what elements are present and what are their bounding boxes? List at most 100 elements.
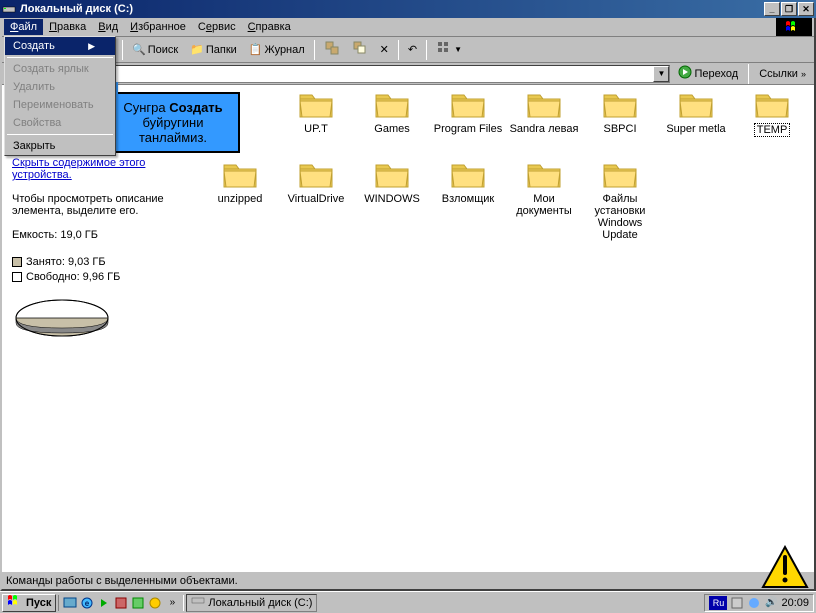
- windows-logo-small-icon: [7, 594, 23, 611]
- folder-item[interactable]: TEMP: [734, 89, 810, 159]
- maximize-button[interactable]: ❐: [781, 2, 797, 16]
- status-text: Команды работы с выделенными объектами.: [6, 575, 238, 587]
- drive-icon-task: [191, 595, 205, 610]
- folder-label: SBPCI: [603, 123, 636, 135]
- folder-item[interactable]: UP.T: [278, 89, 354, 159]
- free-swatch-icon: [12, 272, 22, 282]
- window-title: Локальный диск (C:): [20, 3, 764, 15]
- search-label: Поиск: [148, 44, 178, 56]
- folder-icon: [222, 161, 258, 191]
- menu-view[interactable]: Вид: [92, 19, 124, 35]
- search-button[interactable]: 🔍 Поиск: [127, 40, 183, 59]
- free-space-row: Свободно: 9,96 ГБ: [12, 271, 192, 283]
- lang-indicator[interactable]: Ru: [709, 596, 727, 610]
- used-swatch-icon: [12, 257, 22, 267]
- go-icon: [678, 65, 692, 82]
- folder-label: Program Files: [434, 123, 502, 135]
- folder-item[interactable]: WINDOWS: [354, 159, 430, 229]
- info-panel: Скрыть содержимое этого устройства. Чтоб…: [2, 85, 202, 571]
- journal-icon: 📋: [249, 43, 263, 56]
- views-button[interactable]: ▼: [431, 37, 467, 62]
- folder-item[interactable]: Файлы установки Windows Update: [582, 159, 658, 229]
- folder-item[interactable]: Games: [354, 89, 430, 159]
- journal-button[interactable]: 📋 Журнал: [244, 40, 310, 59]
- folder-icon: [526, 91, 562, 121]
- menu-delete: Удалить: [5, 78, 115, 96]
- content-area: Скрыть содержимое этого устройства. Чтоб…: [2, 85, 814, 571]
- folder-label: TEMP: [754, 123, 791, 137]
- folder-item[interactable]: Sandra левая: [506, 89, 582, 159]
- menu-file[interactable]: Файл: [4, 19, 43, 35]
- ql-app3-icon[interactable]: [147, 595, 163, 611]
- ql-app1-icon[interactable]: [113, 595, 129, 611]
- folder-icon: [602, 161, 638, 191]
- undo-button[interactable]: ↶: [403, 40, 422, 59]
- folder-label: WINDOWS: [364, 193, 420, 205]
- links-button[interactable]: Ссылки »: [755, 68, 810, 80]
- file-menu-dropdown: Создать ▶ Создать ярлык Удалить Переимен…: [4, 36, 116, 156]
- copy-icon: [352, 40, 368, 59]
- folder-icon: [526, 161, 562, 191]
- tray-volume-icon[interactable]: 🔊: [764, 596, 778, 610]
- folder-icon: [450, 161, 486, 191]
- clock[interactable]: 20:09: [781, 597, 809, 609]
- folder-icon: [754, 91, 790, 121]
- copy-button[interactable]: [347, 37, 373, 62]
- capacity-label: Емкость: 19,0 ГБ: [12, 229, 192, 241]
- ql-desktop-icon[interactable]: [62, 595, 78, 611]
- task-label: Локальный диск (C:): [208, 597, 312, 609]
- folder-item[interactable]: VirtualDrive: [278, 159, 354, 229]
- close-button[interactable]: ✕: [798, 2, 814, 16]
- dropdown-arrow-icon: ▼: [454, 45, 462, 54]
- tray-icon-2[interactable]: [747, 596, 761, 610]
- warning-icon: [760, 545, 810, 595]
- menu-bar: Файл Правка Вид Избранное Сервис Справка…: [2, 18, 814, 37]
- callout-text-3: танлаймиз.: [114, 130, 232, 145]
- journal-label: Журнал: [265, 44, 305, 56]
- folder-grid[interactable]: UP.T Games Program Files Sandra левая SBPCI S…: [202, 85, 814, 571]
- delete-button[interactable]: ✕: [375, 40, 394, 59]
- folder-label: UP.T: [304, 123, 328, 135]
- minimize-button[interactable]: _: [764, 2, 780, 16]
- menu-close[interactable]: Закрыть: [5, 137, 115, 155]
- menu-help[interactable]: Справка: [242, 19, 297, 35]
- ql-ie-icon[interactable]: e: [79, 595, 95, 611]
- folder-item[interactable]: Program Files: [430, 89, 506, 159]
- folder-item[interactable]: SBPCI: [582, 89, 658, 159]
- chevron-right-icon: »: [801, 69, 806, 79]
- menu-favorites[interactable]: Избранное: [124, 19, 192, 35]
- folder-item[interactable]: Super metla: [658, 89, 734, 159]
- folder-label: Взломщик: [442, 193, 495, 205]
- delete-icon: ✕: [380, 43, 389, 56]
- ql-app2-icon[interactable]: [130, 595, 146, 611]
- address-bar: ск (C:) ▼ Переход Ссылки »: [2, 63, 814, 85]
- menu-create-label: Создать: [13, 40, 55, 52]
- start-label: Пуск: [26, 597, 51, 609]
- folders-button[interactable]: 📁 Папки: [185, 40, 242, 59]
- move-button[interactable]: [319, 37, 345, 62]
- menu-create[interactable]: Создать ▶: [5, 37, 115, 55]
- go-button[interactable]: Переход: [674, 64, 742, 83]
- folder-item[interactable]: Взломщик: [430, 159, 506, 229]
- links-label: Ссылки: [759, 68, 798, 80]
- chevron-down-icon: ▼: [658, 69, 666, 78]
- tray-icon-1[interactable]: [730, 596, 744, 610]
- taskbar-task-1[interactable]: Локальный диск (C:): [186, 594, 317, 612]
- address-dropdown-button[interactable]: ▼: [653, 66, 669, 82]
- folder-item[interactable]: Мои документы: [506, 159, 582, 229]
- menu-edit[interactable]: Правка: [43, 19, 92, 35]
- folders-label: Папки: [206, 44, 237, 56]
- folder-item[interactable]: unzipped: [202, 159, 278, 229]
- menu-rename: Переименовать: [5, 96, 115, 114]
- ql-arrow-icon[interactable]: [96, 595, 112, 611]
- ql-more-icon[interactable]: »: [164, 595, 180, 611]
- folders-icon: 📁: [190, 43, 204, 56]
- free-label: Свободно: 9,96 ГБ: [26, 271, 120, 283]
- tutorial-callout: Сунгра Создать буйругини танлаймиз.: [106, 92, 240, 153]
- menu-tools[interactable]: Сервис: [192, 19, 242, 35]
- used-space-row: Занято: 9,03 ГБ: [12, 256, 192, 268]
- folder-label: Мои документы: [507, 193, 581, 217]
- callout-text-2: буйругини: [114, 115, 232, 130]
- hide-content-link[interactable]: Скрыть содержимое этого устройства.: [12, 157, 145, 181]
- start-button[interactable]: Пуск: [2, 594, 56, 612]
